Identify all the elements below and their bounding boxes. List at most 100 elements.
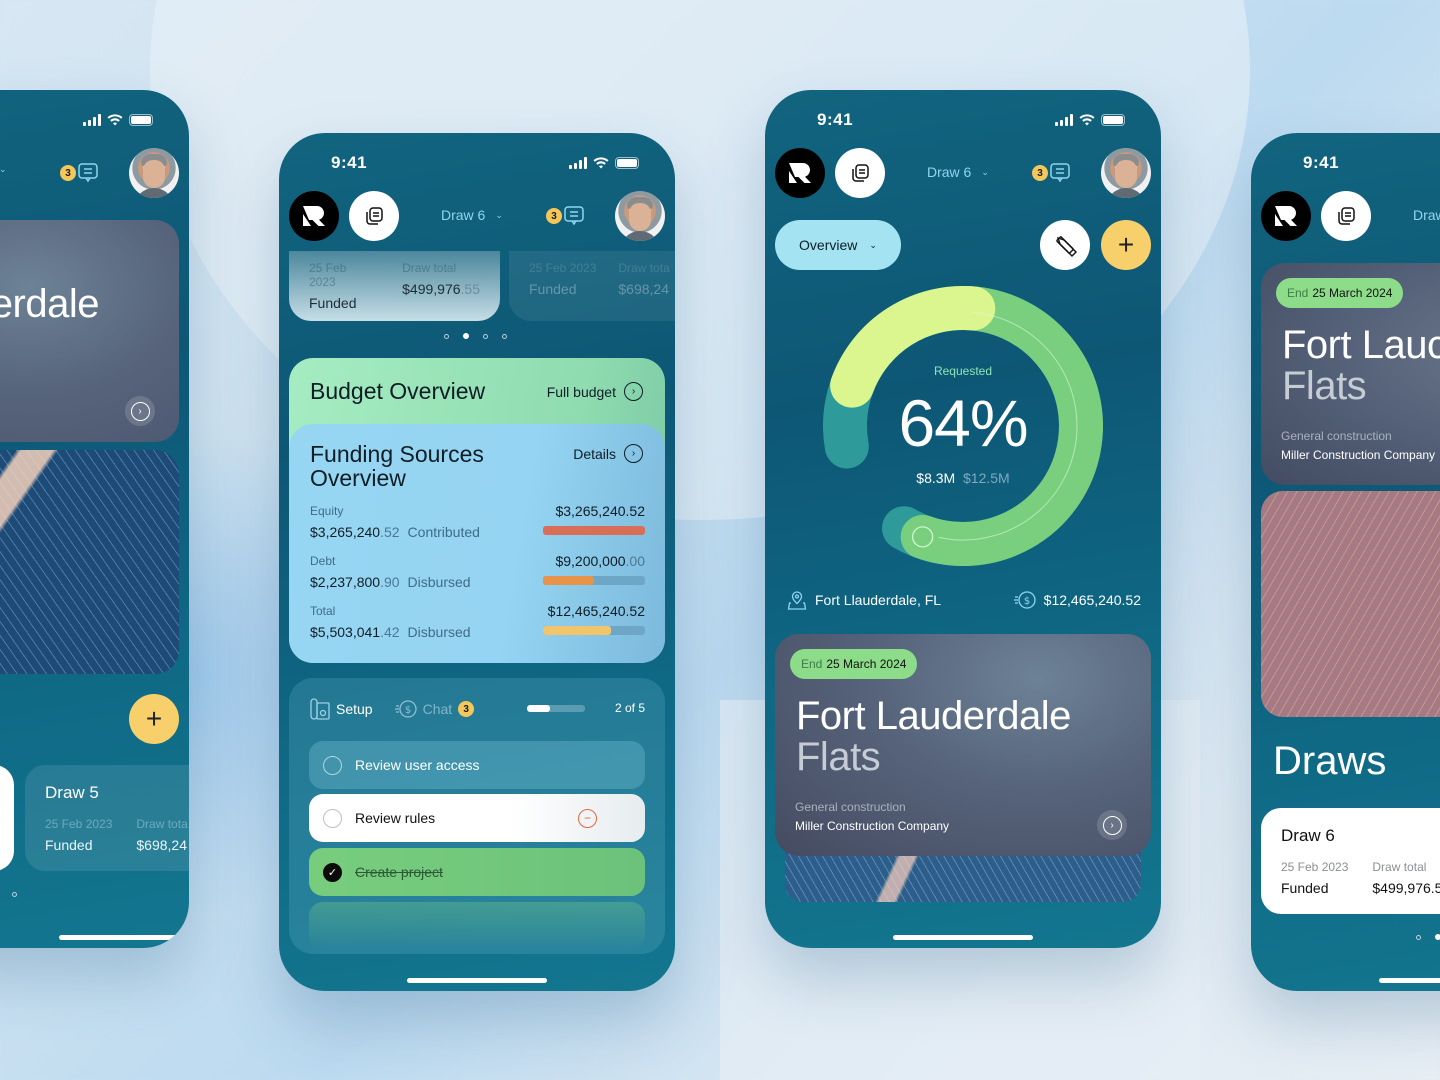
tab-chat[interactable]: $ Chat 3 <box>394 698 475 720</box>
project-contractor: Miller Construction Company <box>1281 448 1436 462</box>
tab-setup[interactable]: Setup <box>310 698 373 720</box>
draw-title: Draw 5 <box>45 783 99 802</box>
user-avatar[interactable] <box>615 191 665 241</box>
documents-icon <box>366 207 383 225</box>
home-indicator <box>59 935 189 940</box>
phone-screen-overview: 9:41 Draw 6 ⌄ 3 Overview ⌄ + Requested 64%… <box>765 90 1161 948</box>
pager-dot[interactable] <box>483 333 488 339</box>
building-photo <box>1261 491 1440 717</box>
budget-title: Budget Overview <box>310 378 486 404</box>
user-avatar[interactable] <box>1101 148 1151 198</box>
project-contractor: Miller Construction Company <box>795 819 950 833</box>
documents-button[interactable] <box>349 191 399 241</box>
full-budget-link[interactable]: Full budget › <box>547 382 643 401</box>
draw-date: 25 Feb 2023 <box>309 261 347 289</box>
home-indicator <box>1379 978 1440 983</box>
draw-selector[interactable]: ⌄ <box>0 164 7 175</box>
open-project-button[interactable]: › <box>1097 810 1127 840</box>
chat-bubble-icon <box>564 206 584 226</box>
draw-selector[interactable]: Draw <box>1413 207 1440 223</box>
chat-bubble-icon <box>1050 163 1070 183</box>
chat-badge: 3 <box>458 701 475 717</box>
details-link[interactable]: Details › <box>573 444 643 463</box>
r-logo-icon[interactable] <box>775 148 825 198</box>
draw-total-cents: .55 <box>460 281 480 297</box>
battery-icon <box>129 114 153 126</box>
battery-icon <box>615 157 639 169</box>
pager-dots <box>1416 934 1440 940</box>
pager-dot[interactable] <box>444 333 449 339</box>
draw-card-active[interactable] <box>0 765 14 871</box>
r-logo-icon[interactable] <box>1261 191 1311 241</box>
project-card[interactable]: erdale › <box>0 220 179 442</box>
task-item[interactable]: Review user access <box>309 741 645 789</box>
radio-circle[interactable] <box>323 755 342 775</box>
funding-total: $12,465,240.52 <box>547 603 645 619</box>
project-location: Fort Llauderdale, FL <box>787 590 941 610</box>
task-item-completed[interactable]: ✓ Create project <box>309 848 645 896</box>
setup-tasks-card: Setup $ Chat 3 2 of 5 Review user access… <box>289 678 665 954</box>
funding-sources-card: Funding Sources Overview Details › Equity… <box>289 424 665 663</box>
requested-amount: $8.3M <box>916 470 956 486</box>
user-avatar[interactable] <box>129 148 179 198</box>
project-total: $ $12,465,240.52 <box>1013 590 1141 610</box>
messages-button[interactable]: 3 <box>60 162 99 184</box>
chevron-right-icon: › <box>624 444 643 463</box>
draw-status: Funded <box>1281 880 1329 896</box>
check-icon[interactable]: ✓ <box>323 862 342 882</box>
funding-amount: $5,503,041.42 Disbursed <box>310 624 471 640</box>
funding-total: $9,200,000.00 <box>555 553 645 569</box>
pager-dot[interactable] <box>502 333 507 339</box>
funding-title: Funding Sources Overview <box>310 441 484 491</box>
chevron-right-icon: › <box>1102 815 1122 835</box>
documents-button[interactable] <box>835 148 885 198</box>
draw-selector[interactable]: Draw 6 ⌄ <box>441 207 503 223</box>
draw-card[interactable]: Draw 6 25 Feb 2023 Funded Draw total $499,… <box>1261 808 1440 914</box>
draw-total: $698,24 <box>618 281 669 297</box>
pager-dots <box>444 333 507 339</box>
task-item-faded <box>309 902 645 950</box>
project-category: General construction <box>1281 429 1392 443</box>
donut-amounts: $8.3M $12.5M <box>765 470 1161 486</box>
chevron-right-icon: › <box>624 382 643 401</box>
chevron-down-icon: ⌄ <box>0 164 7 174</box>
project-card[interactable]: End 25 March 2024 Fort Lauc Flats General … <box>1261 263 1440 485</box>
radio-circle[interactable] <box>323 808 342 828</box>
draw-selector[interactable]: Draw 6 ⌄ <box>927 164 989 180</box>
r-logo-icon[interactable] <box>289 191 339 241</box>
overview-select[interactable]: Overview ⌄ <box>775 220 901 270</box>
messages-badge: 3 <box>1032 165 1048 181</box>
draw-status: Funded <box>309 295 357 311</box>
status-bar: 9:41 <box>765 110 1161 134</box>
draw-title: Draw 6 <box>1281 826 1335 845</box>
messages-button[interactable]: 3 <box>1032 162 1071 184</box>
tasks-progress-count: 2 of 5 <box>614 701 645 715</box>
draw-card[interactable]: 25 Feb 2023 Funded Draw tota $698,24 <box>509 251 675 321</box>
total-amount: $12.5M <box>963 470 1010 486</box>
documents-icon <box>852 164 869 182</box>
funding-total: $3,265,240.52 <box>555 503 645 519</box>
chat-bubble-icon <box>78 163 98 183</box>
remove-icon[interactable]: − <box>578 808 597 828</box>
status-time: 9:41 <box>817 110 854 129</box>
draw-status: Funded <box>529 281 577 297</box>
messages-button[interactable]: 3 <box>546 205 585 227</box>
draw-total-label: Draw tota <box>136 817 188 831</box>
draw-card[interactable]: 25 Feb 2023 Funded Draw total $499,976.55 <box>289 251 500 321</box>
donut-label: Requested <box>933 364 993 378</box>
add-button[interactable]: + <box>129 694 179 744</box>
status-bar: 9:41 <box>279 153 675 177</box>
ruler-pencil-icon <box>1056 236 1077 257</box>
chevron-right-icon[interactable]: › <box>125 396 155 426</box>
messages-badge: 3 <box>546 208 562 224</box>
draw-total: $499,976 <box>402 281 461 297</box>
funding-amount: $2,237,800.90 Disbursed <box>310 574 471 590</box>
draw-card[interactable]: Draw 5 25 Feb 2023 Funded Draw tota $698,2… <box>25 765 189 871</box>
task-item[interactable]: Review rules − <box>309 794 645 842</box>
battery-icon <box>1101 114 1125 126</box>
project-card[interactable]: End 25 March 2024 Fort Lauderdale Flats Ge… <box>775 634 1151 856</box>
tools-button[interactable] <box>1040 220 1090 270</box>
pager-dot[interactable] <box>463 333 469 339</box>
add-button[interactable]: + <box>1101 220 1151 270</box>
documents-button[interactable] <box>1321 191 1371 241</box>
